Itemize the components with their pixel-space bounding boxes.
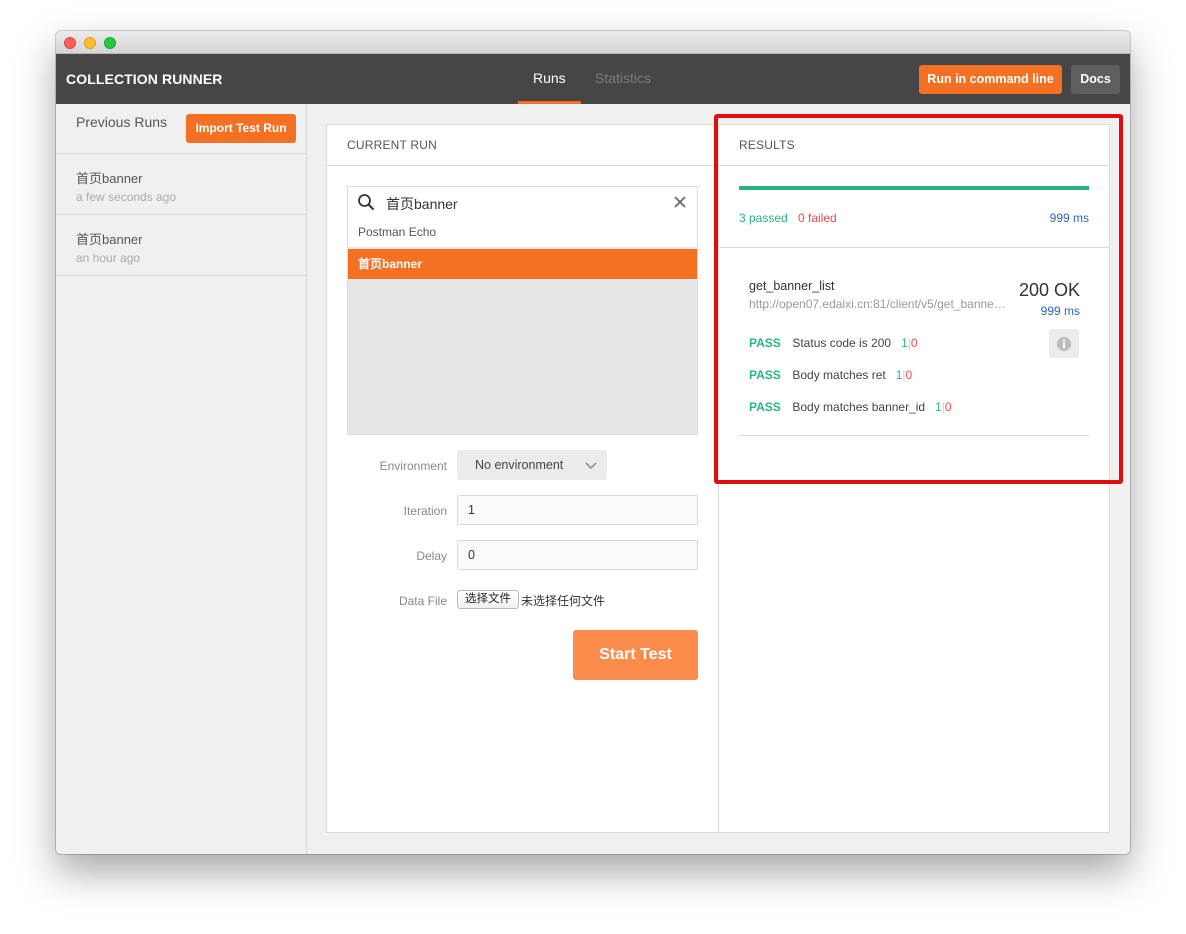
environment-label: Environment — [379, 459, 447, 473]
collection-search-box[interactable]: 首页banner — [347, 186, 698, 217]
tab-runs[interactable]: Runs — [533, 70, 566, 86]
previous-run-item[interactable]: 首页banner an hour ago — [56, 215, 306, 276]
chevron-down-icon — [585, 462, 597, 470]
window-titlebar — [56, 31, 1130, 54]
run-name: 首页banner — [76, 232, 143, 247]
sidebar-header: Previous Runs Import Test Run — [56, 104, 306, 154]
minimize-window-button[interactable] — [84, 37, 96, 49]
results-highlight-box — [714, 114, 1123, 484]
tab-statistics[interactable]: Statistics — [595, 70, 651, 86]
current-run-heading: CURRENT RUN — [327, 125, 718, 166]
collection-item-selected[interactable]: 首页banner — [348, 249, 697, 279]
close-icon[interactable] — [672, 194, 688, 210]
iteration-label: Iteration — [403, 504, 447, 518]
search-icon — [358, 194, 374, 210]
search-input[interactable]: 首页banner — [386, 194, 458, 214]
start-test-button[interactable]: Start Test — [573, 630, 698, 680]
environment-value: No environment — [475, 458, 564, 472]
iteration-input[interactable]: 1 — [457, 495, 698, 525]
delay-input[interactable]: 0 — [457, 540, 698, 570]
run-time: an hour ago — [76, 251, 141, 265]
environment-select[interactable]: No environment — [457, 450, 607, 480]
docs-button[interactable]: Docs — [1071, 65, 1120, 94]
delay-label: Delay — [416, 549, 447, 563]
previous-runs-heading: Previous Runs — [76, 114, 168, 130]
choose-file-button[interactable]: 选择文件 — [457, 590, 519, 609]
import-test-run-button[interactable]: Import Test Run — [186, 114, 296, 143]
previous-run-item[interactable]: 首页banner a few seconds ago — [56, 154, 306, 215]
run-time: a few seconds ago — [76, 190, 177, 204]
run-in-command-line-button[interactable]: Run in command line — [919, 65, 1062, 94]
close-window-button[interactable] — [64, 37, 76, 49]
run-name: 首页banner — [76, 171, 143, 186]
file-status: 未选择任何文件 — [521, 594, 606, 608]
app-header: COLLECTION RUNNER Runs Statistics Run in… — [56, 54, 1130, 104]
maximize-window-button[interactable] — [104, 37, 116, 49]
data-file-label: Data File — [398, 594, 447, 608]
sidebar: Previous Runs Import Test Run 首页banner a… — [56, 104, 307, 854]
app-title: COLLECTION RUNNER — [66, 71, 223, 87]
collection-item[interactable]: Postman Echo — [348, 217, 697, 247]
collection-list: Postman Echo 首页banner — [347, 217, 698, 435]
